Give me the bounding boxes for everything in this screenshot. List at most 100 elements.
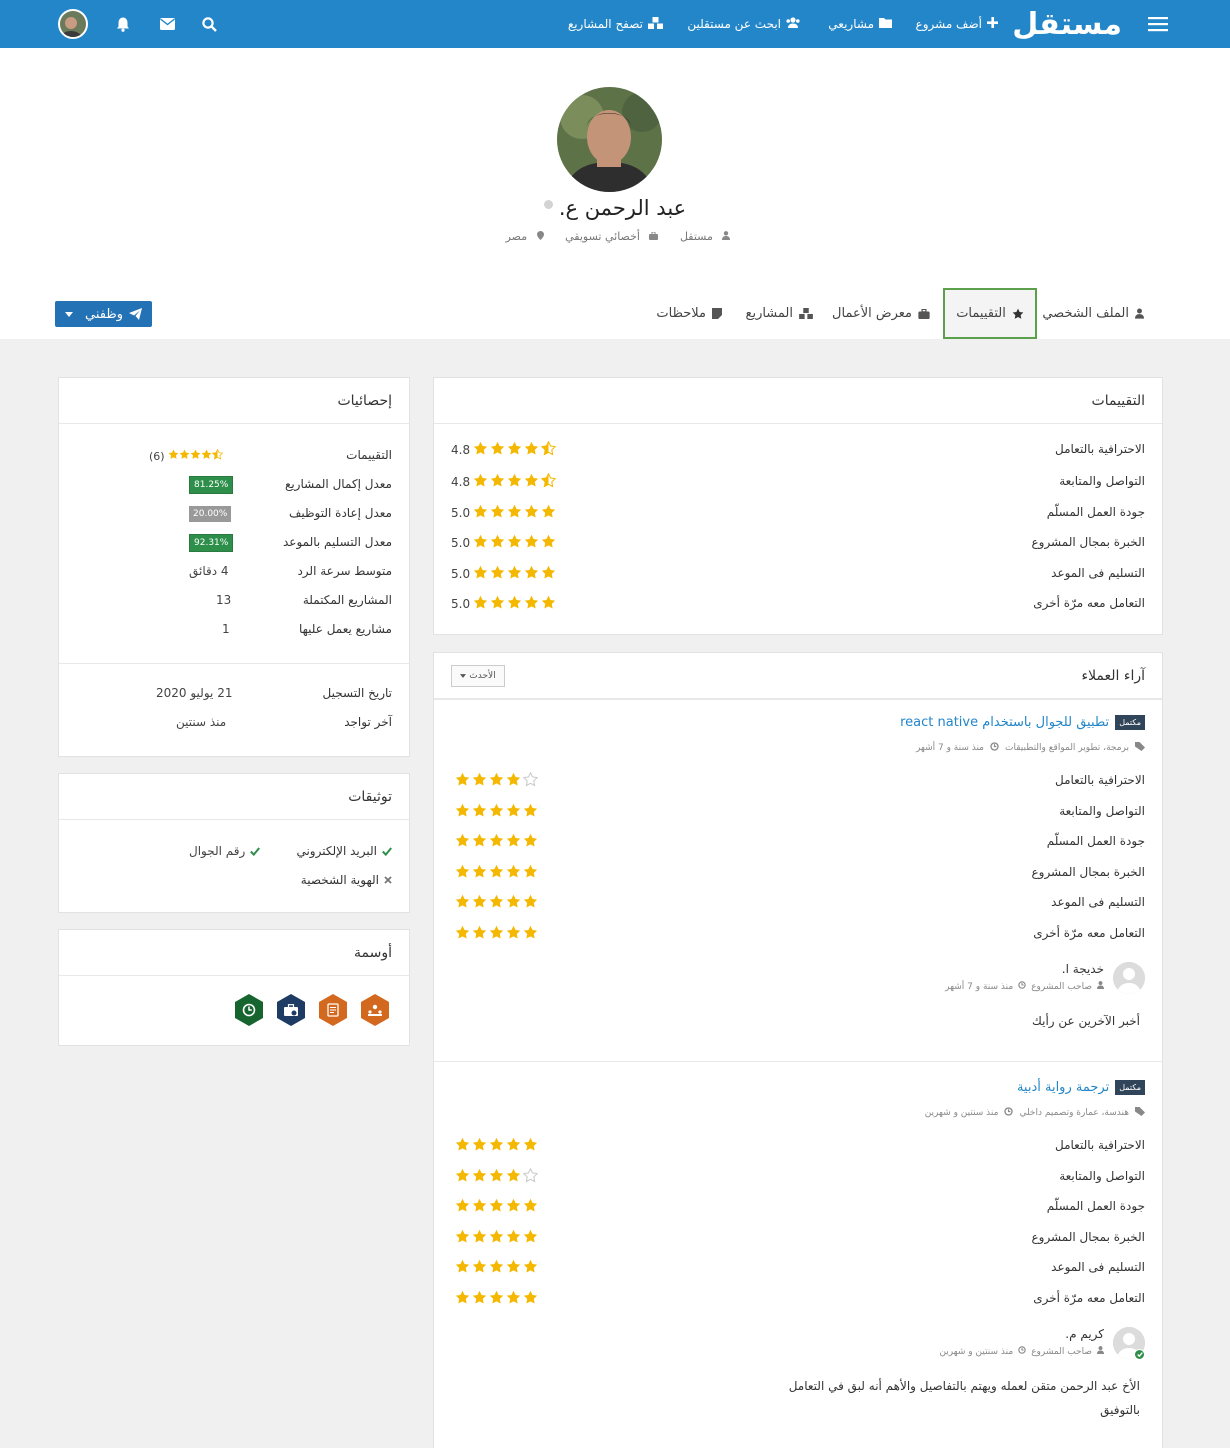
stat-response-value: 4 دقائق xyxy=(189,564,229,578)
star-empty-icon xyxy=(523,772,538,791)
reviewer-meta: صاحب المشروع منذ سنتين و شهرين xyxy=(939,1346,1104,1357)
plus-icon xyxy=(987,17,998,31)
star-icon xyxy=(455,925,470,944)
star-icon xyxy=(472,1168,487,1187)
star-icon xyxy=(472,1259,487,1278)
star-icon xyxy=(506,772,521,791)
nav-add-project[interactable]: أضف مشروع xyxy=(916,0,998,48)
profile-tabs: الملف الشخصي التقييمات معرض الأعمال المش… xyxy=(0,288,1230,339)
star-icon xyxy=(472,772,487,791)
review-project-meta: هندسة، عمارة وتصميم داخلي منذ سنتين و شهر… xyxy=(925,1107,1145,1119)
reviewer-name[interactable]: كريم م. xyxy=(1065,1327,1104,1341)
ratings-panel: التقييمات الاحترافية بالتعامل 4.8 التواصل … xyxy=(433,377,1163,635)
envelope-icon[interactable] xyxy=(160,0,175,48)
user-icon xyxy=(1097,1346,1104,1357)
folder-icon xyxy=(879,17,892,31)
nav-my-projects[interactable]: مشاريعي xyxy=(828,0,892,48)
rating-stars xyxy=(473,595,556,614)
verification-identity: الهوية الشخصية xyxy=(301,873,392,887)
hire-me-button[interactable]: وظفني xyxy=(55,301,152,327)
star-icon xyxy=(490,473,505,492)
tab-projects[interactable]: المشاريع xyxy=(746,288,813,339)
star-icon xyxy=(507,595,522,614)
star-icon xyxy=(473,473,488,492)
search-icon[interactable] xyxy=(202,0,217,48)
rating-stars xyxy=(473,473,556,492)
profile-header: عبد الرحمن ع. مستقل أخصائي تسويقي مصر ال… xyxy=(0,48,1230,339)
reviewer-name[interactable]: خديجة ا. xyxy=(1062,962,1104,976)
profile-site: مستقل xyxy=(670,230,731,243)
avatar xyxy=(58,9,88,39)
briefcase-icon xyxy=(918,308,930,319)
star-icon xyxy=(524,534,539,553)
criterion-stars xyxy=(455,1137,538,1156)
user-avatar-menu[interactable] xyxy=(58,0,88,48)
briefcase-check-icon[interactable] xyxy=(277,994,305,1026)
team-icon[interactable] xyxy=(361,994,389,1026)
profile-job: أخصائي تسويقي xyxy=(556,230,659,243)
star-icon xyxy=(455,1290,470,1309)
star-icon xyxy=(472,833,487,852)
star-icon xyxy=(473,565,488,584)
star-icon xyxy=(472,864,487,883)
rating-stars xyxy=(473,441,556,460)
clock-icon[interactable] xyxy=(235,994,263,1026)
bell-icon[interactable] xyxy=(116,0,130,48)
criterion-stars xyxy=(455,894,538,913)
star-icon xyxy=(523,803,538,822)
profile-name: عبد الرحمن ع. xyxy=(0,196,1230,220)
nav-find-freelancers[interactable]: ابحث عن مستقلين xyxy=(687,0,800,48)
star-icon xyxy=(490,441,505,460)
criterion-label: التواصل والمتابعة xyxy=(1059,803,1145,818)
stat-label: معدل إعادة التوظيف xyxy=(288,506,392,520)
star-icon xyxy=(507,504,522,523)
star-half-icon xyxy=(541,441,556,460)
menu-icon[interactable] xyxy=(1148,0,1168,48)
star-icon xyxy=(507,441,522,460)
stat-label: معدل التسليم بالموعد xyxy=(282,535,392,549)
paper-plane-icon xyxy=(129,308,142,320)
star-icon xyxy=(490,504,505,523)
criterion-label: التعامل معه مرّة أخرى xyxy=(1033,925,1145,940)
user-icon xyxy=(1097,981,1104,992)
site-logo[interactable]: مستقل xyxy=(1012,0,1123,48)
review-comment: أخبر الآخرين عن رأيك xyxy=(1031,1014,1140,1028)
project-title-link[interactable]: تطبيق للجوال باستخدام react native xyxy=(900,715,1109,730)
rating-stars xyxy=(473,504,556,523)
certificate-icon[interactable] xyxy=(319,994,347,1026)
stat-last-seen-value: منذ سنتين xyxy=(176,715,227,729)
divider xyxy=(59,663,409,664)
star-icon xyxy=(523,1229,538,1248)
star-icon xyxy=(473,504,488,523)
clock-icon xyxy=(1018,981,1026,992)
star-icon xyxy=(489,772,504,791)
tab-profile[interactable]: الملف الشخصي xyxy=(1042,288,1144,339)
tab-portfolio[interactable]: معرض الأعمال xyxy=(832,288,930,339)
star-icon xyxy=(473,441,488,460)
star-icon xyxy=(472,1137,487,1156)
divider xyxy=(434,1061,1162,1062)
avatar[interactable] xyxy=(1113,962,1145,994)
star-icon xyxy=(506,1290,521,1309)
star-icon xyxy=(506,864,521,883)
star-icon xyxy=(490,565,505,584)
stat-rating-value: (6) xyxy=(149,449,223,463)
sort-dropdown[interactable]: الأحدث xyxy=(451,665,505,687)
project-title-link[interactable]: ترجمة رواية أدبية xyxy=(1017,1080,1109,1095)
criterion-label: التواصل والمتابعة xyxy=(1059,1168,1145,1183)
star-icon xyxy=(524,504,539,523)
check-icon xyxy=(250,846,261,856)
cubes-icon xyxy=(648,16,663,32)
clock-icon xyxy=(1004,1107,1014,1119)
criterion-stars xyxy=(455,772,538,791)
star-icon xyxy=(523,833,538,852)
star-empty-icon xyxy=(523,1167,538,1187)
user-icon xyxy=(1135,308,1144,319)
tab-notes[interactable]: ملاحظات xyxy=(656,288,722,339)
star-icon xyxy=(455,1229,470,1248)
nav-browse-projects[interactable]: تصفح المشاريع xyxy=(568,0,663,48)
criterion-stars xyxy=(455,803,538,822)
star-icon xyxy=(455,1137,470,1156)
star-icon xyxy=(506,803,521,822)
tab-ratings[interactable]: التقييمات xyxy=(943,288,1037,339)
